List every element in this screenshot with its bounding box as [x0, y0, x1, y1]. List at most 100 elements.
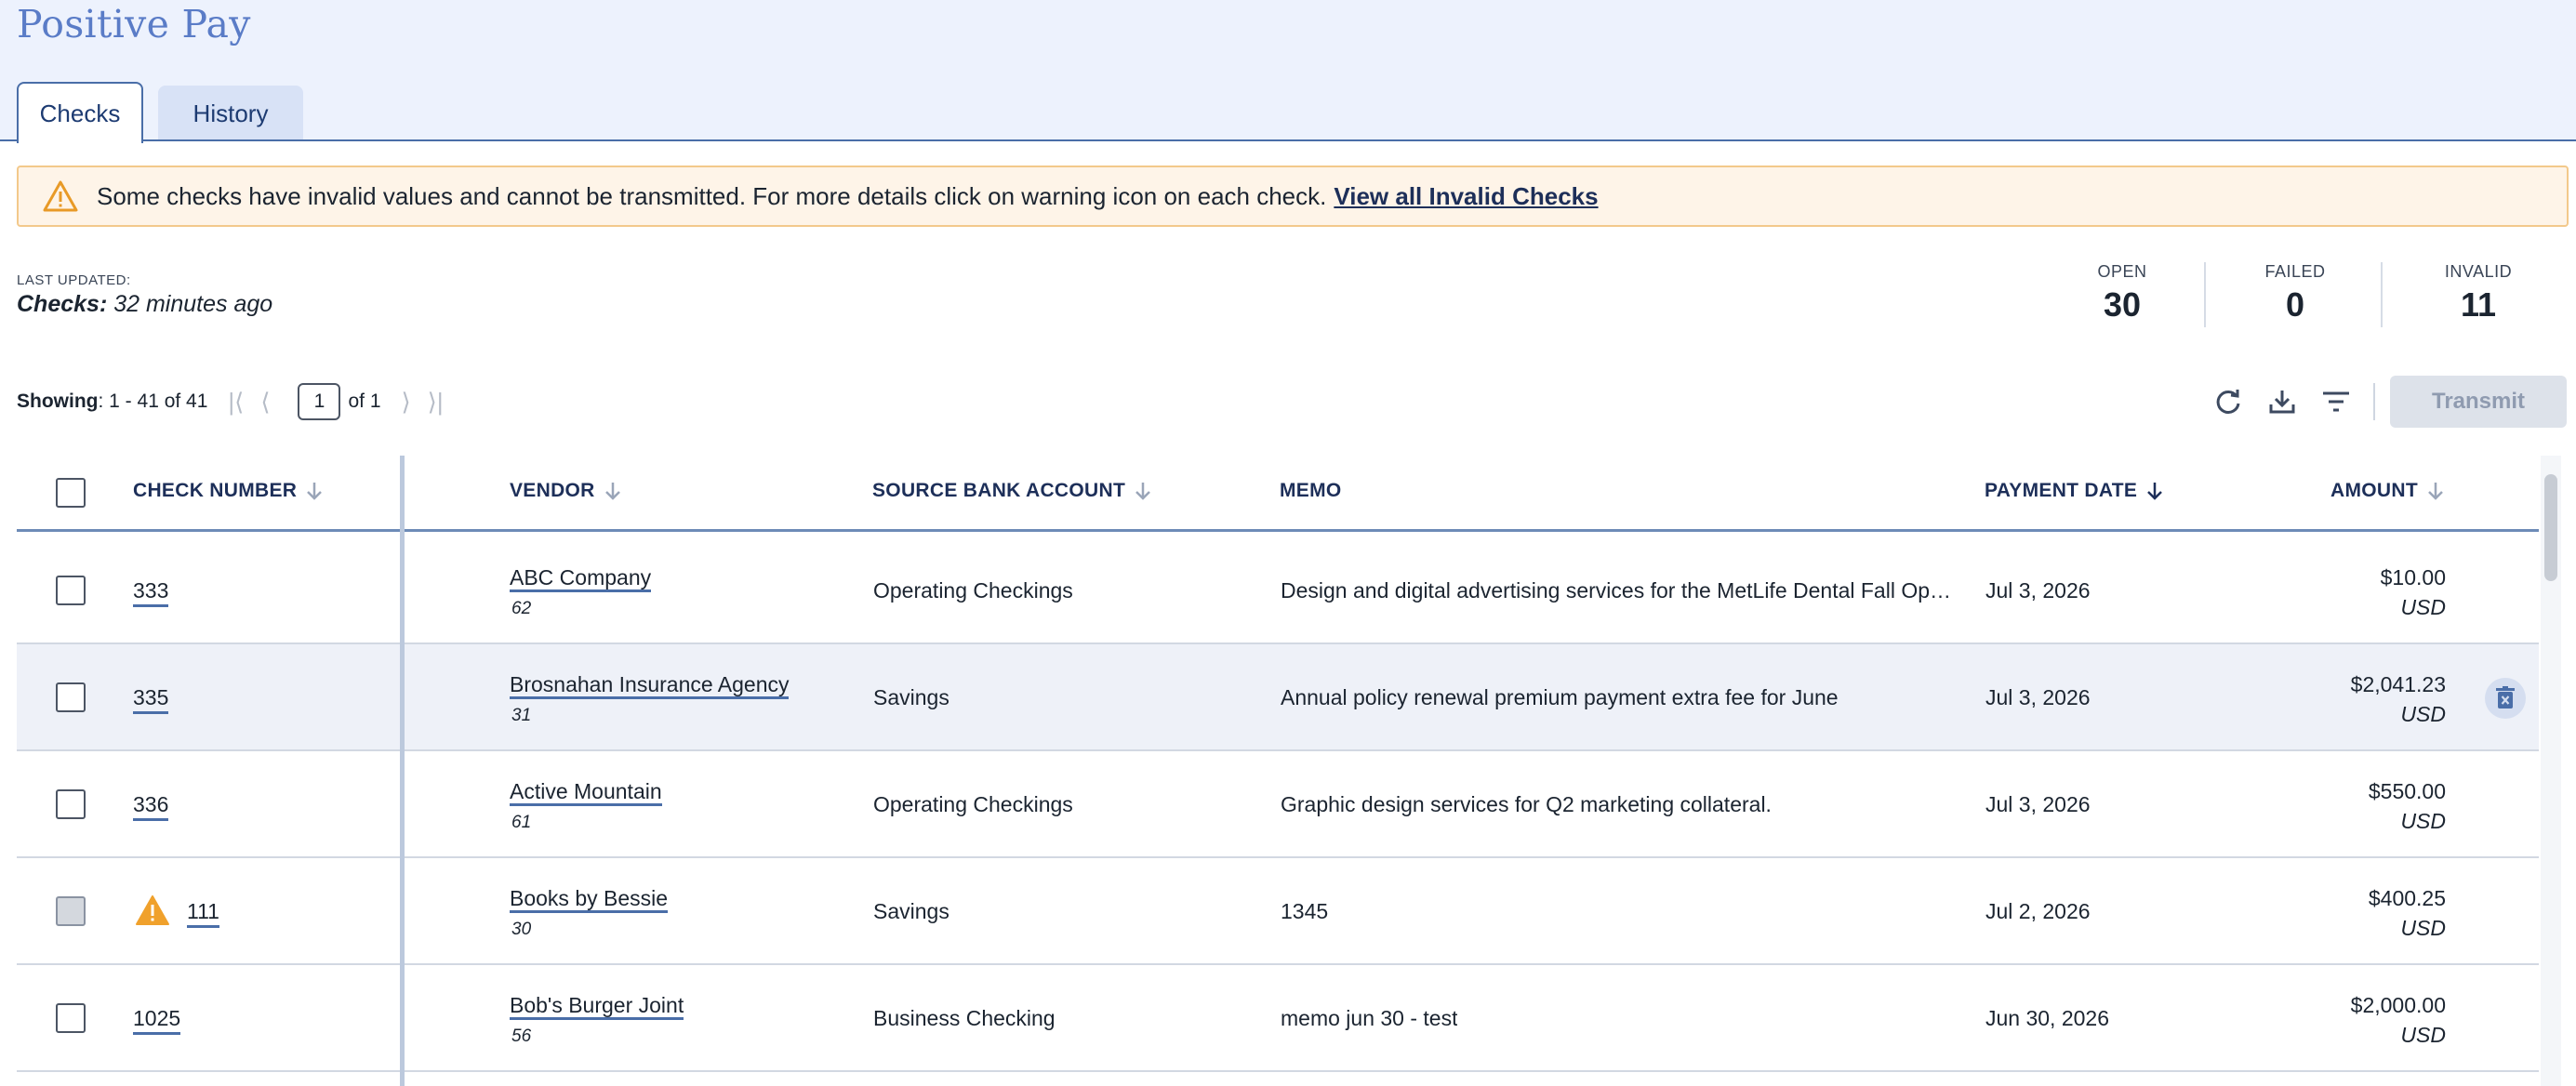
- table-header: CHECK NUMBER VENDOR SOURCE BANK ACCOUNT …: [17, 456, 2539, 532]
- transmit-button[interactable]: Transmit: [2390, 376, 2567, 428]
- check-number-link[interactable]: 336: [133, 792, 169, 821]
- stat-failed: FAILED 0: [2249, 262, 2342, 324]
- source-account: Savings: [873, 685, 949, 709]
- source-account: Savings: [873, 899, 949, 923]
- memo: Design and digital advertising services …: [1281, 578, 1959, 603]
- tab-underline: [0, 139, 2576, 141]
- stat-open: OPEN 30: [2076, 262, 2169, 324]
- stat-open-value: 30: [2103, 285, 2142, 324]
- memo: 1345: [1281, 899, 1329, 923]
- currency: USD: [2400, 916, 2446, 940]
- currency: USD: [2400, 702, 2446, 726]
- column-label: AMOUNT: [2330, 480, 2418, 501]
- amount: $550.00: [2368, 779, 2446, 803]
- payment-date: Jul 3, 2026: [1985, 578, 2091, 603]
- column-check-number[interactable]: CHECK NUMBER: [133, 480, 325, 502]
- stat-open-label: OPEN: [2097, 262, 2147, 281]
- sort-arrow-icon[interactable]: [1133, 481, 1153, 501]
- sort-arrow-icon[interactable]: [304, 481, 325, 501]
- view-invalid-checks-link[interactable]: View all Invalid Checks: [1334, 182, 1598, 211]
- checks-table: CHECK NUMBER VENDOR SOURCE BANK ACCOUNT …: [17, 456, 2539, 1086]
- warning-icon[interactable]: [135, 894, 170, 926]
- memo: Graphic design services for Q2 marketing…: [1281, 792, 1772, 816]
- last-page-icon[interactable]: ⟩|: [428, 388, 444, 417]
- amount: $2,041.23: [2350, 672, 2446, 696]
- delete-check-button[interactable]: [2485, 678, 2526, 719]
- vendor-id: 31: [511, 706, 532, 725]
- memo: memo jun 30 - test: [1281, 1006, 1458, 1030]
- vendor-id: 30: [511, 920, 532, 939]
- filter-icon[interactable]: [2317, 383, 2355, 420]
- table-scrollbar-thumb[interactable]: [2544, 474, 2557, 581]
- table-row[interactable]: 336 Active Mountain 61 Operating Checkin…: [17, 751, 2539, 858]
- alert-message: Some checks have invalid values and cann…: [97, 181, 1327, 210]
- vendor-name[interactable]: Active Mountain: [510, 779, 662, 806]
- tab-checks[interactable]: Checks: [17, 82, 143, 143]
- next-page-icon[interactable]: ⟩: [402, 388, 411, 417]
- column-label: CHECK NUMBER: [133, 480, 298, 501]
- column-vendor[interactable]: VENDOR: [510, 480, 623, 502]
- page-count: of 1: [348, 391, 381, 412]
- sort-arrow-icon[interactable]: [2144, 481, 2165, 501]
- stat-failed-value: 0: [2285, 285, 2305, 324]
- amount: $400.25: [2368, 886, 2446, 910]
- showing-range: : 1 - 41 of 41: [98, 391, 208, 412]
- vendor-name[interactable]: Books by Bessie: [510, 886, 669, 913]
- check-number-link[interactable]: 335: [133, 685, 169, 714]
- stat-divider: [2381, 262, 2383, 327]
- column-source-account[interactable]: SOURCE BANK ACCOUNT: [872, 480, 1153, 502]
- page-number-input[interactable]: 1: [298, 383, 341, 420]
- stat-divider: [2204, 262, 2206, 327]
- column-label: MEMO: [1280, 480, 1342, 501]
- vendor-name[interactable]: Brosnahan Insurance Agency: [510, 672, 790, 699]
- currency: USD: [2400, 809, 2446, 833]
- check-number-link[interactable]: 333: [133, 578, 169, 607]
- payment-date: Jul 3, 2026: [1985, 685, 2091, 709]
- stat-invalid-label: INVALID: [2444, 262, 2513, 281]
- vendor-id: 62: [511, 599, 532, 618]
- table-row[interactable]: 1025 Bob's Burger Joint 56 Business Chec…: [17, 965, 2539, 1072]
- currency: USD: [2400, 1023, 2446, 1047]
- showing-text: Showing: 1 - 41 of 41: [17, 391, 207, 413]
- amount: $2,000.00: [2350, 993, 2446, 1017]
- column-payment-date[interactable]: PAYMENT DATE: [1985, 480, 2165, 502]
- table-row[interactable]: 333 ABC Company 62 Operating Checkings D…: [17, 537, 2539, 644]
- download-icon[interactable]: [2264, 383, 2301, 420]
- warning-triangle-icon: [43, 180, 78, 212]
- row-checkbox[interactable]: [56, 789, 86, 819]
- prev-page-icon[interactable]: ⟨: [260, 388, 270, 417]
- row-checkbox[interactable]: [56, 682, 86, 712]
- source-account: Operating Checkings: [873, 578, 1073, 603]
- tab-history[interactable]: History: [158, 86, 303, 141]
- sort-arrow-icon[interactable]: [2425, 481, 2446, 501]
- refresh-icon[interactable]: [2210, 383, 2247, 420]
- row-checkbox[interactable]: [56, 576, 86, 605]
- last-updated-text: Checks: 32 minutes ago: [17, 291, 272, 318]
- page-title: Positive Pay: [17, 2, 251, 46]
- table-row[interactable]: 111 Books by Bessie 30 Savings 1345 Jul …: [17, 858, 2539, 965]
- table-row[interactable]: 335 Brosnahan Insurance Agency 31 Saving…: [17, 644, 2539, 751]
- source-account: Business Checking: [873, 1006, 1056, 1030]
- sort-arrow-icon[interactable]: [603, 481, 623, 501]
- select-all-checkbox[interactable]: [56, 478, 86, 508]
- header-band: [0, 0, 2576, 140]
- column-amount[interactable]: AMOUNT: [2330, 480, 2446, 502]
- vendor-name[interactable]: Bob's Burger Joint: [510, 993, 684, 1020]
- row-checkbox[interactable]: [56, 1003, 86, 1033]
- last-updated-label: LAST UPDATED:: [17, 272, 131, 288]
- column-label: SOURCE BANK ACCOUNT: [872, 480, 1126, 501]
- frozen-column-divider: [400, 456, 405, 1086]
- vendor-id: 61: [511, 813, 532, 832]
- table-toolbar: Transmit: [2193, 376, 2567, 428]
- vendor-name[interactable]: ABC Company: [510, 565, 652, 592]
- check-number-link[interactable]: 1025: [133, 1006, 181, 1035]
- stat-failed-label: FAILED: [2264, 262, 2326, 281]
- column-memo: MEMO: [1280, 480, 1342, 502]
- payment-date: Jun 30, 2026: [1985, 1006, 2110, 1030]
- column-label: VENDOR: [510, 480, 595, 501]
- check-number-link[interactable]: 111: [187, 899, 219, 928]
- row-checkbox-disabled: [56, 896, 86, 926]
- payment-date: Jul 2, 2026: [1985, 899, 2091, 923]
- first-page-icon[interactable]: |⟨: [228, 388, 244, 417]
- showing-label: Showing: [17, 391, 99, 412]
